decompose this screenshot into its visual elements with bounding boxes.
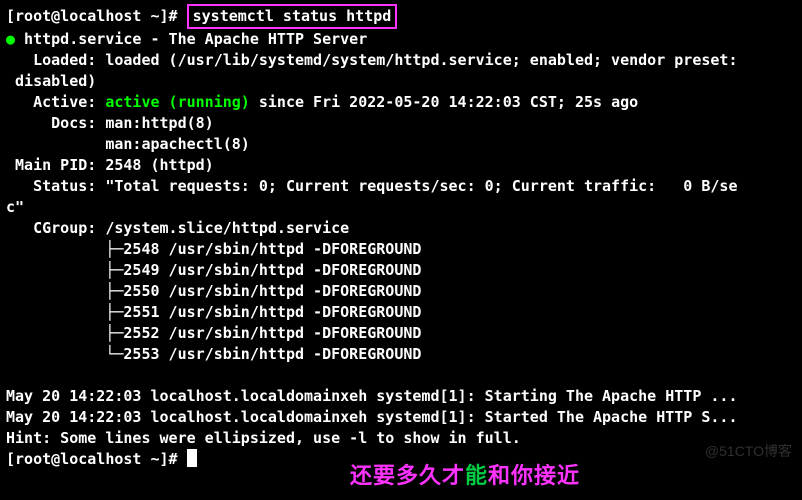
active-line: Active: active (running) since Fri 2022-… [6, 92, 796, 113]
terminal-window[interactable]: [root@localhost ~]# systemctl status htt… [0, 0, 802, 500]
process-tree: ├─2548 /usr/sbin/httpd -DFOREGROUND ├─25… [6, 239, 796, 365]
active-value: active (running) [105, 93, 250, 111]
command-highlight: systemctl status httpd [187, 4, 398, 29]
process-line: ├─2551 /usr/sbin/httpd -DFOREGROUND [6, 302, 796, 323]
blank-line [6, 365, 796, 386]
loaded-line-2: disabled) [6, 71, 796, 92]
shell-prompt: [root@localhost ~]# [6, 7, 187, 25]
journal-log: May 20 14:22:03 localhost.localdomainxeh… [6, 386, 796, 449]
shell-prompt-2: [root@localhost ~]# [6, 450, 187, 468]
log-line: May 20 14:22:03 localhost.localdomainxeh… [6, 386, 796, 407]
overlay-caption: 还要多久才能和你接近 [350, 465, 580, 486]
docs-line-2: man:apachectl(8) [6, 134, 796, 155]
overlay-part1: 还要多久才 [350, 463, 465, 488]
process-line: └─2553 /usr/sbin/httpd -DFOREGROUND [6, 344, 796, 365]
status-dot-icon: ● [6, 30, 15, 48]
prompt-line: [root@localhost ~]# systemctl status htt… [6, 4, 796, 29]
watermark-text: @51CTO博客 [705, 441, 792, 462]
cursor-icon [187, 449, 197, 467]
process-line: ├─2550 /usr/sbin/httpd -DFOREGROUND [6, 281, 796, 302]
cgroup-line: CGroup: /system.slice/httpd.service [6, 218, 796, 239]
active-label: Active: [6, 93, 105, 111]
log-line: Hint: Some lines were ellipsized, use -l… [6, 428, 796, 449]
process-line: ├─2552 /usr/sbin/httpd -DFOREGROUND [6, 323, 796, 344]
process-line: ├─2549 /usr/sbin/httpd -DFOREGROUND [6, 260, 796, 281]
docs-line-1: Docs: man:httpd(8) [6, 113, 796, 134]
loaded-line-1: Loaded: loaded (/usr/lib/systemd/system/… [6, 50, 796, 71]
overlay-part2: 和你接近 [488, 463, 580, 488]
service-header-line: ● httpd.service - The Apache HTTP Server [6, 29, 796, 50]
main-pid-line: Main PID: 2548 (httpd) [6, 155, 796, 176]
log-line: May 20 14:22:03 localhost.localdomainxeh… [6, 407, 796, 428]
overlay-part-green: 能 [465, 463, 488, 488]
process-line: ├─2548 /usr/sbin/httpd -DFOREGROUND [6, 239, 796, 260]
service-header: httpd.service - The Apache HTTP Server [15, 30, 367, 48]
status-line-2: c" [6, 197, 796, 218]
command-text: systemctl status httpd [193, 7, 392, 25]
active-since: since Fri 2022-05-20 14:22:03 CST; 25s a… [250, 93, 638, 111]
status-line-1: Status: "Total requests: 0; Current requ… [6, 176, 796, 197]
